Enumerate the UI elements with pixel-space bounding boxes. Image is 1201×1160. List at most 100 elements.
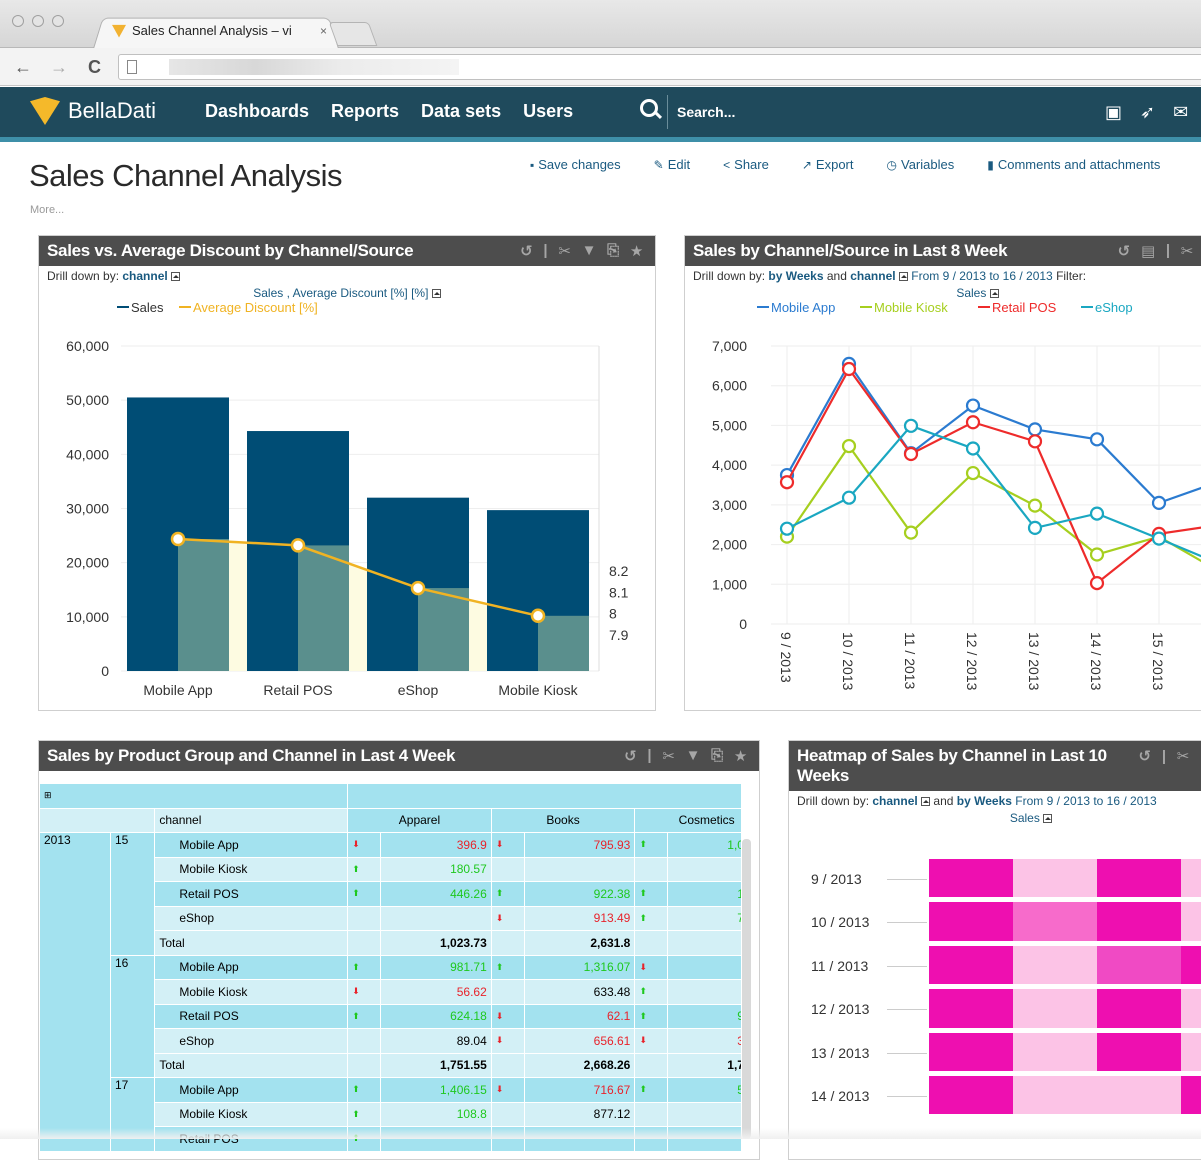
export-button[interactable]: ↗ Export	[802, 157, 854, 172]
date-range[interactable]: From 9 / 2013 to 16 / 2013	[1015, 794, 1156, 808]
heatmap-cell[interactable]	[929, 859, 1013, 898]
drill-attribute[interactable]: channel	[122, 269, 167, 283]
new-tab-button[interactable]	[328, 22, 378, 46]
filter-icon[interactable]: ▼	[686, 747, 701, 765]
y-tick-label: 5,000	[712, 417, 747, 433]
tools-icon[interactable]: ✂	[1181, 242, 1194, 260]
collapse-icon[interactable]	[1043, 814, 1053, 824]
star-icon[interactable]: ★	[734, 747, 747, 765]
export-icon[interactable]: ⎘	[607, 242, 619, 260]
x-tick-label: 11 / 2013	[902, 632, 918, 690]
measure-selector[interactable]: Sales , Average Discount [%] [%]	[39, 286, 655, 300]
value-cell: 1,406.15	[380, 1077, 492, 1103]
table-row: 201315Mobile App⬇396.9⬇795.93⬆1,019.16	[39, 832, 741, 1152]
tick-line	[887, 1096, 927, 1097]
nav-data-sets[interactable]: Data sets	[421, 101, 501, 122]
measure-selector[interactable]: Sales	[789, 811, 1201, 825]
collapse-icon[interactable]	[898, 272, 908, 282]
heatmap-cell[interactable]	[1097, 989, 1181, 1028]
star-icon[interactable]: ★	[630, 242, 643, 260]
heatmap-cell[interactable]	[1097, 859, 1181, 898]
series-point	[1027, 520, 1043, 535]
save-icon[interactable]: ▤	[1141, 242, 1155, 260]
variables-button[interactable]: ◷ Variables	[887, 157, 955, 172]
heatmap-cell[interactable]	[929, 1076, 1013, 1115]
heatmap-cell[interactable]	[1013, 945, 1097, 985]
heatmap-cell[interactable]	[1097, 902, 1181, 941]
measure-selector[interactable]: Sales	[685, 286, 1201, 300]
heatmap-cell[interactable]	[1013, 1032, 1097, 1071]
more-link[interactable]: More...	[30, 204, 64, 216]
browser-tab-content[interactable]: Sales Channel Analysis – vi ×	[112, 23, 327, 38]
close-window-button[interactable]	[12, 15, 24, 27]
history-icon[interactable]: ↺	[520, 242, 533, 260]
tab-close-icon[interactable]: ×	[320, 24, 327, 38]
mail-icon[interactable]: ✉	[1173, 102, 1188, 123]
drill-attribute-weeks[interactable]: by Weeks	[768, 269, 823, 283]
heatmap-cell[interactable]	[1097, 1032, 1181, 1071]
heatmap-cell[interactable]	[1013, 1076, 1097, 1115]
window-controls[interactable]	[12, 15, 64, 27]
heatmap-cell[interactable]	[1097, 945, 1181, 985]
date-range[interactable]: From 9 / 2013 to 16 / 2013	[911, 269, 1052, 283]
tools-icon[interactable]: ✂	[1177, 747, 1190, 767]
trend-icon: ⬆	[634, 979, 669, 1005]
share-button[interactable]: < Share	[723, 157, 769, 172]
heatmap-cell[interactable]	[1181, 945, 1201, 985]
export-icon[interactable]: ⎘	[711, 747, 723, 765]
scrollbar[interactable]	[742, 839, 751, 1139]
value-cell: 1,316.07	[523, 954, 636, 980]
divider: |	[1165, 242, 1170, 259]
collapse-icon[interactable]	[921, 797, 931, 807]
drill-attribute-weeks[interactable]: by Weeks	[957, 794, 1012, 808]
heatmap-cell[interactable]	[929, 902, 1013, 941]
heatmap-cell[interactable]	[1097, 1076, 1181, 1115]
drill-attribute-channel[interactable]: channel	[850, 269, 895, 283]
heatmap-cell[interactable]	[1181, 859, 1201, 898]
back-icon[interactable]: ←	[14, 57, 32, 78]
comments-button[interactable]: ▮ Comments and attachments	[987, 157, 1160, 172]
tools-icon[interactable]: ✂	[558, 242, 571, 260]
expand-icon[interactable]: ⊞	[39, 783, 349, 809]
nav-dashboards[interactable]: Dashboards	[205, 101, 309, 122]
search-input[interactable]: Search...	[677, 104, 735, 120]
heatmap-cell[interactable]	[929, 945, 1013, 985]
history-icon[interactable]: ↺	[624, 747, 637, 765]
drill-attribute-channel[interactable]: channel	[872, 794, 917, 808]
forward-icon[interactable]: →	[50, 57, 68, 78]
edit-button[interactable]: ✎ Edit	[654, 157, 690, 172]
legend-label: Retail POS	[992, 300, 1057, 315]
maximize-window-button[interactable]	[52, 15, 64, 27]
history-icon[interactable]: ↺	[1139, 747, 1152, 767]
collapse-icon[interactable]	[989, 289, 999, 299]
heatmap-cell[interactable]	[1181, 1076, 1201, 1115]
collapse-icon[interactable]	[431, 289, 441, 299]
heatmap-cell[interactable]	[1181, 989, 1201, 1028]
heatmap-cell[interactable]	[1181, 902, 1201, 941]
address-bar[interactable]	[118, 54, 1201, 80]
tools-icon[interactable]: ✂	[662, 747, 675, 765]
collapse-icon[interactable]	[171, 272, 181, 282]
nav-reports[interactable]: Reports	[331, 101, 399, 122]
heatmap-cell[interactable]	[1013, 902, 1097, 941]
app-logo[interactable]: BellaDati	[30, 97, 156, 125]
heatmap-cell[interactable]	[1013, 989, 1097, 1028]
reload-icon[interactable]: C	[88, 57, 101, 78]
rocket-icon[interactable]: ➶	[1140, 102, 1155, 123]
heatmap-cell[interactable]	[929, 1032, 1013, 1071]
trend-icon: ⬆	[634, 1077, 669, 1103]
image-icon[interactable]: ▣	[1105, 102, 1122, 123]
save-icon: ▪	[530, 157, 535, 172]
page-icon	[127, 60, 137, 74]
minimize-window-button[interactable]	[32, 15, 44, 27]
search-icon[interactable]	[640, 99, 658, 117]
save-changes-button[interactable]: ▪ Save changes	[530, 157, 621, 172]
heatmap-cell[interactable]	[929, 989, 1013, 1028]
filter-icon[interactable]: ▼	[582, 242, 597, 260]
heatmap-cell[interactable]	[1013, 859, 1097, 898]
nav-users[interactable]: Users	[523, 101, 573, 122]
heatmap-row-label: 14 / 2013	[811, 1088, 870, 1104]
history-icon[interactable]: ↺	[1118, 242, 1131, 260]
heatmap-cell[interactable]	[1181, 1032, 1201, 1071]
heatmap-row-label: 13 / 2013	[811, 1044, 870, 1061]
